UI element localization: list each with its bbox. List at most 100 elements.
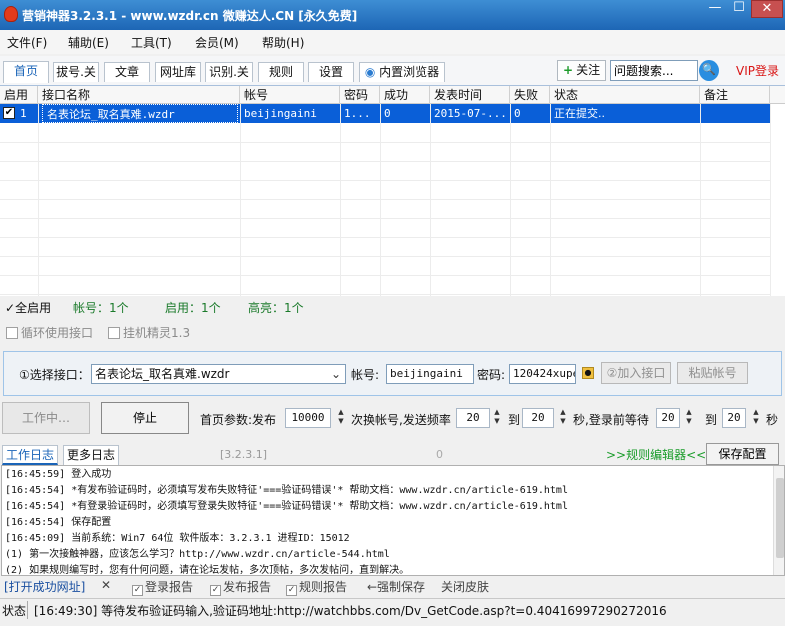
seconds-label: 秒 xyxy=(766,413,779,427)
col-status[interactable]: 状态 xyxy=(550,86,700,104)
publish-report-checkbox[interactable]: ✓ 发布报告 xyxy=(210,578,271,596)
row-enabled-checkbox[interactable]: ✔ xyxy=(3,107,15,119)
account-input[interactable]: beijingaini xyxy=(386,364,474,384)
params-label: 首页参数:发布 xyxy=(200,413,277,427)
tab-rules[interactable]: 规则 xyxy=(258,62,304,82)
menu-member[interactable]: 会员(M) xyxy=(195,34,239,51)
log-line: [16:45:09] 当前系统：Win7 64位 软件版本：3.2.3.1 进程… xyxy=(5,533,350,544)
follow-button[interactable]: + 关注 xyxy=(557,60,606,81)
login-report-checkbox[interactable]: ✓ 登录报告 xyxy=(132,578,193,596)
publish-count-input[interactable]: 10000 xyxy=(285,408,331,428)
globe-icon: ◉ xyxy=(364,65,376,79)
password-input[interactable]: 120424xuper xyxy=(509,364,576,384)
menu-tools[interactable]: 工具(T) xyxy=(131,34,172,51)
freq-max-spinner[interactable]: ▲ ▼ xyxy=(558,408,568,428)
force-save-link[interactable]: ←强制保存 xyxy=(367,578,425,595)
log-line: [16:45:54] 保存配置 xyxy=(5,517,112,528)
tab-home[interactable]: 首页 xyxy=(3,61,49,83)
col-enabled[interactable]: 启用 xyxy=(0,86,38,104)
summary-row: ✓全启用 帐号：1个 启用：1个 高亮：1个 xyxy=(0,298,785,316)
log-line: (2) 如果规则编写时，您有什何问题，请在论坛发帖，多次顶帖，多次发帖问，直到解… xyxy=(5,565,410,576)
account-label: 帐号: xyxy=(351,368,380,382)
stop-button[interactable]: 停止 xyxy=(101,402,189,434)
col-fail[interactable]: 失败 xyxy=(510,86,550,104)
tab-settings[interactable]: 设置 xyxy=(308,62,354,82)
menu-bar: 文件(F) 辅助(E) 工具(T) 会员(M) 帮助(H) xyxy=(0,30,785,54)
menu-assist[interactable]: 辅助(E) xyxy=(68,34,109,51)
log-line: [16:45:59] 登入成功 xyxy=(5,469,112,480)
row-index: 1 xyxy=(20,107,27,120)
search-icon[interactable]: 🔍 xyxy=(699,60,719,81)
row-fail: 0 xyxy=(514,107,521,120)
paste-account-button[interactable]: 粘贴帐号 xyxy=(677,362,748,384)
menu-file[interactable]: 文件(F) xyxy=(7,34,47,51)
close-skin-link[interactable]: 关闭皮肤 xyxy=(441,578,489,595)
tab-browser[interactable]: ◉ 内置浏览器 xyxy=(359,62,445,82)
plus-icon: + xyxy=(563,63,574,77)
col-name[interactable]: 接口名称 xyxy=(38,86,240,104)
tab-article[interactable]: 文章 xyxy=(104,62,150,82)
close-icon[interactable]: ✕ xyxy=(101,578,111,592)
log-scrollbar[interactable] xyxy=(773,466,784,575)
chevron-down-icon: ⌄ xyxy=(330,367,341,381)
account-count: 帐号：1个 xyxy=(73,301,129,315)
loop-interface-checkbox[interactable]: 循环使用接口 xyxy=(6,324,93,340)
open-success-url-link[interactable]: [打开成功网址] xyxy=(4,578,85,595)
maximize-button[interactable]: ☐ xyxy=(727,0,751,18)
status-label: 状态 xyxy=(2,604,27,618)
tab-urls[interactable]: 网址库 xyxy=(155,62,201,82)
wait-max-input[interactable]: 20 xyxy=(722,408,746,428)
rule-editor-link[interactable]: >>规则编辑器<< xyxy=(606,446,706,463)
status-bar: 状态 [16:49:30] 等待发布验证码输入,验证码地址:http://wat… xyxy=(0,598,785,620)
tab-browser-label: 内置浏览器 xyxy=(379,65,440,79)
select-interface-label: ①选择接口： xyxy=(19,368,90,382)
log-tabs: 工作日志 更多日志 [3.2.3.1] 0 >>规则编辑器<< 保存配置 xyxy=(0,443,785,465)
wait-min-input[interactable]: 20 xyxy=(656,408,680,428)
row-success: 0 xyxy=(384,107,391,120)
add-interface-button[interactable]: ②加入接口 xyxy=(601,362,671,384)
freq-min-input[interactable]: 20 xyxy=(456,408,490,428)
tab-dialup[interactable]: 拔号.关 xyxy=(53,62,99,82)
log-area[interactable]: [16:45:59] 登入成功 [16:45:54] *有发布验证码时，必须填写… xyxy=(1,465,785,576)
tab-work-log[interactable]: 工作日志 xyxy=(2,445,59,465)
minimize-button[interactable]: — xyxy=(703,0,727,18)
col-note[interactable]: 备注 xyxy=(700,86,770,104)
version-text: [3.2.3.1] xyxy=(220,448,268,461)
key-icon[interactable]: ● xyxy=(582,367,594,379)
log-count: 0 xyxy=(436,448,443,461)
table-row[interactable]: ✔ 1 名表论坛_取名真难.wzdr beijingaini 1... 0 20… xyxy=(0,104,770,123)
row-password: 1... xyxy=(344,107,371,120)
tab-more-log[interactable]: 更多日志 xyxy=(63,445,120,465)
to-label-2: 到 xyxy=(705,413,718,427)
col-account[interactable]: 帐号 xyxy=(240,86,340,104)
password-label: 密码: xyxy=(477,368,506,382)
working-button[interactable]: 工作中… xyxy=(2,402,90,434)
wait-min-spinner[interactable]: ▲ ▼ xyxy=(684,408,694,428)
col-time[interactable]: 发表时间 xyxy=(430,86,510,104)
publish-count-spinner[interactable]: ▲ ▼ xyxy=(336,408,346,428)
menu-help[interactable]: 帮助(H) xyxy=(262,34,304,51)
enabled-count: 启用：1个 xyxy=(165,301,221,315)
row-status: 正在提交.. xyxy=(554,107,605,120)
interface-select[interactable]: 名表论坛_取名真难.wzdr ⌄ xyxy=(91,364,346,384)
col-success[interactable]: 成功 xyxy=(380,86,430,104)
freq-min-spinner[interactable]: ▲ ▼ xyxy=(492,408,502,428)
save-config-button[interactable]: 保存配置 xyxy=(706,443,779,465)
search-input[interactable] xyxy=(610,60,698,81)
follow-label: 关注 xyxy=(576,63,601,77)
rule-report-checkbox[interactable]: ✓ 规则报告 xyxy=(286,578,347,596)
wait-max-spinner[interactable]: ▲ ▼ xyxy=(751,408,761,428)
assist-checkbox[interactable]: 挂机精灵1.3 xyxy=(108,324,190,340)
col-password[interactable]: 密码 xyxy=(340,86,380,104)
log-line: [16:45:54] *有登录验证码时，必须填写登录失败特征'===验证码错误'… xyxy=(5,501,568,512)
tab-recognize[interactable]: 识别.关 xyxy=(205,62,253,82)
close-button[interactable]: ✕ xyxy=(751,0,783,18)
row-time: 2015-07-... xyxy=(434,107,507,120)
freq-max-input[interactable]: 20 xyxy=(522,408,554,428)
enable-all-link[interactable]: ✓全启用 xyxy=(5,299,51,316)
app-logo-icon xyxy=(4,6,18,22)
vip-login-link[interactable]: VIP登录 xyxy=(736,62,779,79)
interface-panel: ①选择接口： 名表论坛_取名真难.wzdr ⌄ 帐号: beijingaini 密… xyxy=(3,351,782,396)
switch-label: 次换帐号,发送频率 xyxy=(351,413,451,427)
to-label-1: 到 xyxy=(508,413,521,427)
